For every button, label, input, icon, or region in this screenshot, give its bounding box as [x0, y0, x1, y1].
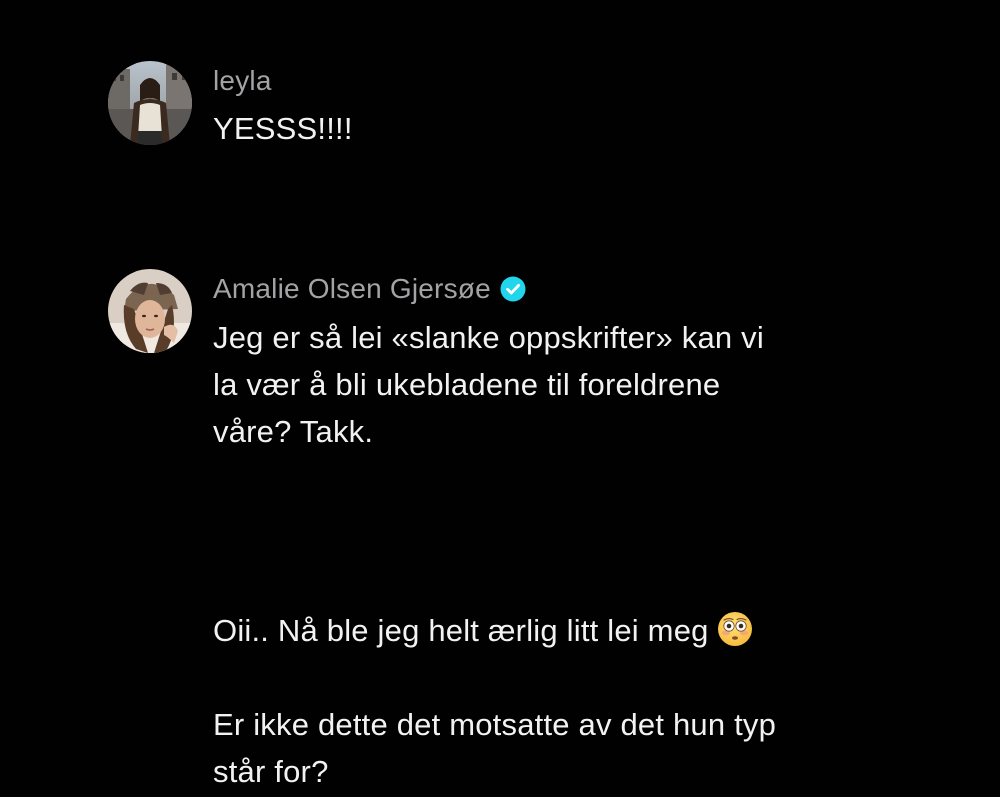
comment-body: leyla YESSS!!!! — [213, 61, 353, 152]
comment-text: YESSS!!!! — [213, 111, 353, 146]
username-row: leyla — [213, 61, 353, 101]
username[interactable]: leyla — [213, 61, 272, 101]
user-avatar-leyla-icon — [108, 61, 192, 145]
comment-text: Oii.. Nå ble jeg helt ærlig litt lei meg… — [213, 560, 776, 795]
avatar-amalie[interactable] — [108, 269, 192, 353]
comment-text-rest: Er ikke dette det motsatte av det hun ty… — [213, 707, 777, 789]
comment-item-reply: Oii.. Nå ble jeg helt ærlig litt lei meg… — [213, 560, 776, 795]
username-row: Amalie Olsen Gjersøe — [213, 269, 764, 309]
comment-body: Amalie Olsen Gjersøe Jeg er så lei «slan… — [213, 269, 764, 455]
username[interactable]: Amalie Olsen Gjersøe — [213, 269, 491, 309]
avatar-leyla[interactable] — [108, 61, 192, 145]
verified-badge-icon — [500, 276, 526, 302]
comments-screen: { "comments": [ { "username": "leyla", "… — [0, 0, 1000, 797]
comment-item-leyla: leyla YESSS!!!! — [108, 61, 353, 152]
comment-item-amalie: Amalie Olsen Gjersøe Jeg er så lei «slan… — [108, 269, 764, 455]
user-avatar-amalie-icon — [108, 269, 192, 353]
comment-text: Jeg er så lei «slanke oppskrifter» kan v… — [213, 320, 764, 449]
flushed-face-emoji-icon — [717, 612, 752, 646]
comment-text-line1: Oii.. Nå ble jeg helt ærlig litt lei meg — [213, 613, 709, 648]
